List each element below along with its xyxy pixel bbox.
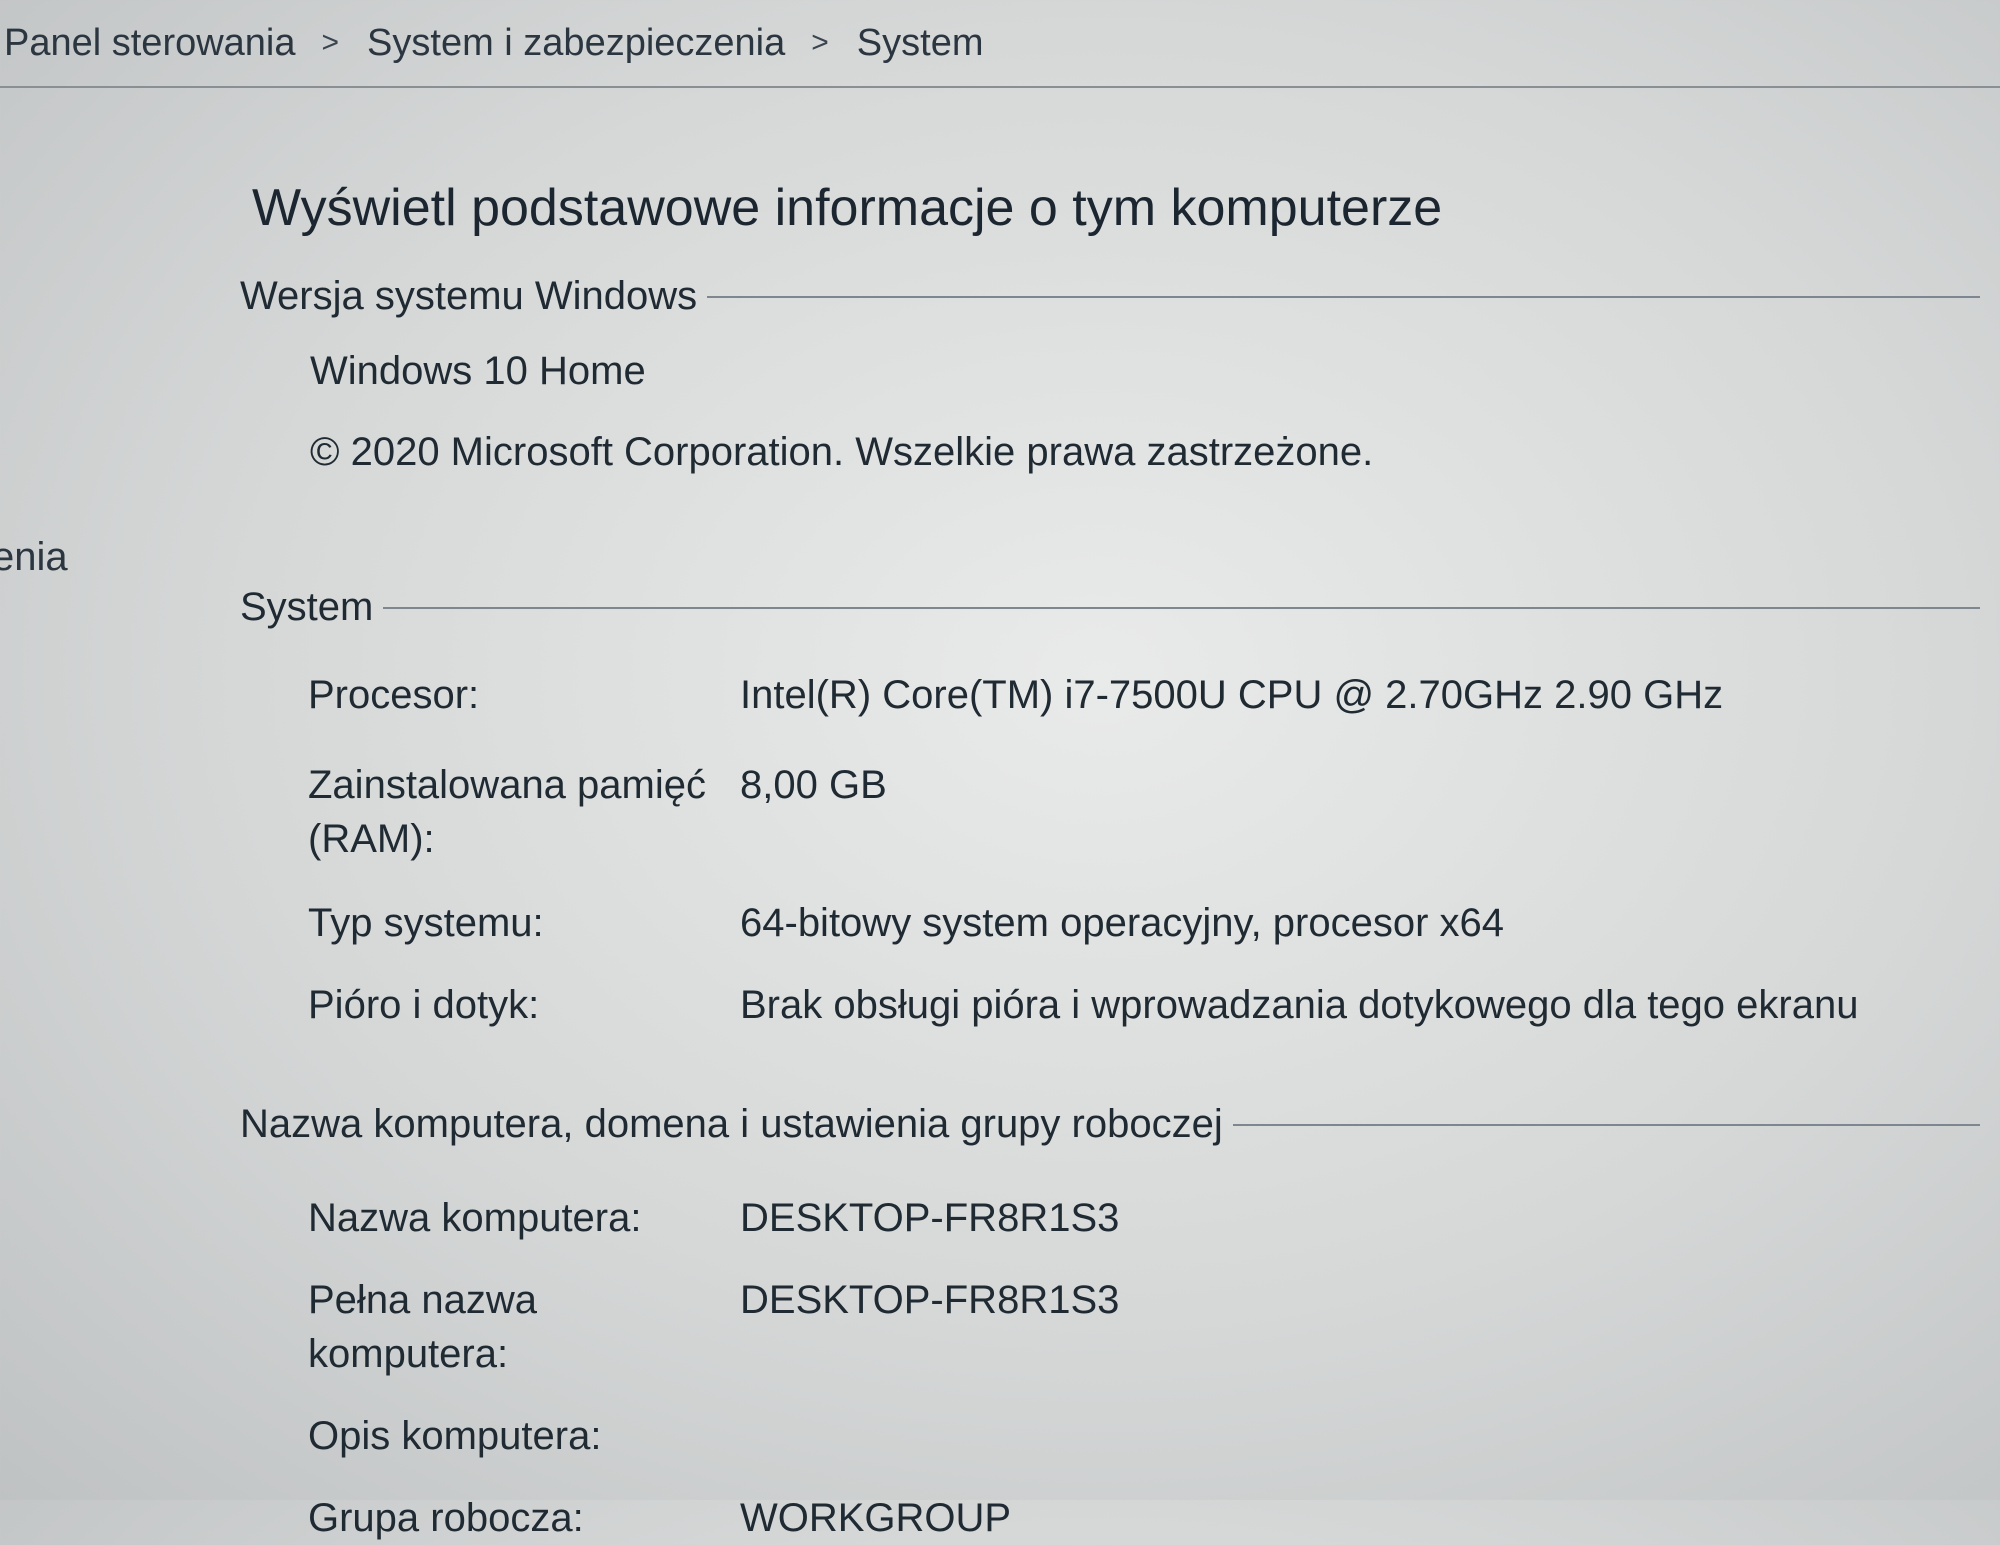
system-info-table: Procesor: Intel(R) Core(TM) i7-7500U CPU… bbox=[240, 668, 1980, 1032]
breadcrumb: Panel sterowania > System i zabezpieczen… bbox=[0, 0, 2000, 88]
computer-name-value: DESKTOP-FR8R1S3 bbox=[740, 1196, 1120, 1240]
table-row: Nazwa komputera: DESKTOP-FR8R1S3 bbox=[240, 1191, 1980, 1245]
section-divider bbox=[1232, 1123, 1980, 1126]
table-row: Pióro i dotyk: Brak obsługi pióra i wpro… bbox=[240, 978, 1980, 1032]
full-computer-name-value: DESKTOP-FR8R1S3 bbox=[740, 1278, 1120, 1322]
breadcrumb-control-panel[interactable]: Panel sterowania bbox=[4, 22, 312, 65]
computer-info-table: Nazwa komputera: DESKTOP-FR8R1S3 Pełna n… bbox=[240, 1191, 1980, 1545]
system-type-value: 64-bitowy system operacyjny, procesor x6… bbox=[740, 901, 1505, 945]
section-divider bbox=[383, 606, 1980, 609]
workgroup-value: WORKGROUP bbox=[740, 1496, 1012, 1540]
computer-description-label: Opis komputera: bbox=[308, 1414, 602, 1458]
ram-value: 8,00 GB bbox=[740, 763, 887, 807]
windows-edition: Windows 10 Home bbox=[310, 349, 646, 393]
ram-label: Zainstalowana pamięć (RAM): bbox=[308, 763, 706, 861]
computer-name-label: Nazwa komputera: bbox=[308, 1196, 642, 1240]
processor-value: Intel(R) Core(TM) i7-7500U CPU @ 2.70GHz… bbox=[740, 673, 1724, 717]
pen-touch-label: Pióro i dotyk: bbox=[308, 983, 540, 1027]
computer-description-value bbox=[740, 1409, 1980, 1463]
windows-edition-info: Windows 10 Home © 2020 Microsoft Corpora… bbox=[310, 349, 1980, 475]
page-title: Wyświetl podstawowe informacje o tym kom… bbox=[252, 179, 1443, 237]
processor-label: Procesor: bbox=[308, 673, 480, 717]
section-heading-label: System bbox=[240, 585, 374, 629]
table-row: Procesor: Intel(R) Core(TM) i7-7500U CPU… bbox=[240, 668, 1980, 722]
workgroup-label: Grupa robocza: bbox=[308, 1496, 584, 1540]
breadcrumb-system-security[interactable]: System i zabezpieczenia bbox=[367, 22, 801, 65]
windows-edition-section-heading: Wersja systemu Windows bbox=[240, 274, 1980, 319]
breadcrumb-system[interactable]: System bbox=[857, 22, 1000, 65]
main-content: Wyświetl podstawowe informacje o tym kom… bbox=[240, 160, 1980, 1545]
table-row: Zainstalowana pamięć (RAM): 8,00 GB bbox=[240, 758, 1980, 866]
section-heading-label: Nazwa komputera, domena i ustawienia gru… bbox=[240, 1102, 1223, 1146]
full-computer-name-label: Pełna nazwa komputera: bbox=[308, 1278, 538, 1376]
system-type-label: Typ systemu: bbox=[308, 901, 544, 945]
computer-name-section-heading: Nazwa komputera, domena i ustawienia gru… bbox=[240, 1102, 1980, 1147]
table-row: Typ systemu: 64-bitowy system operacyjny… bbox=[240, 896, 1980, 950]
copyright-text: © 2020 Microsoft Corporation. Wszelkie p… bbox=[310, 430, 1374, 474]
table-row: Pełna nazwa komputera: DESKTOP-FR8R1S3 bbox=[240, 1273, 1980, 1381]
section-heading-label: Wersja systemu Windows bbox=[240, 274, 698, 318]
system-section-heading: System bbox=[240, 585, 1980, 630]
pen-touch-value: Brak obsługi pióra i wprowadzania dotyko… bbox=[740, 983, 1859, 1027]
sidebar-link-partial[interactable]: enia bbox=[0, 535, 68, 580]
table-row: Opis komputera: bbox=[240, 1409, 1980, 1463]
chevron-right-icon[interactable]: > bbox=[801, 26, 857, 60]
chevron-right-icon[interactable]: > bbox=[312, 26, 368, 60]
table-row: Grupa robocza: WORKGROUP bbox=[240, 1491, 1980, 1545]
section-divider bbox=[707, 295, 1980, 298]
